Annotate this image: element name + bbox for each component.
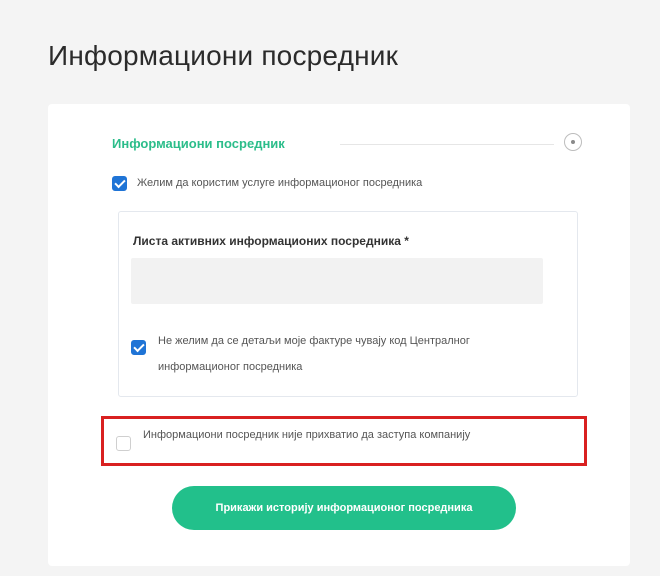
intermediary-list-select[interactable] [131,258,543,304]
show-history-button[interactable]: Прикажи историју информационог посредник… [172,486,516,530]
intermediary-card: Информациони посредник Желим да користим… [48,104,630,566]
section-title: Информациони посредник [112,136,285,151]
section-header: Информациони посредник [112,132,588,156]
intermediary-list-label: Листа активних информационих посредника … [133,234,409,248]
use-intermediary-label: Желим да користим услуге информационог п… [137,177,423,189]
central-storage-opt-out-checkbox[interactable] [131,340,146,355]
not-accepted-row[interactable]: Информациони посредник није прихватио да… [116,428,543,451]
intermediary-options-panel: Листа активних информационих посредника … [118,211,578,397]
not-accepted-checkbox[interactable] [116,436,131,451]
collapse-toggle-icon[interactable] [564,133,582,151]
central-storage-opt-out-label: Не желим да се детаљи моје фактуре чувај… [158,335,470,373]
not-accepted-label: Информациони посредник није прихватио да… [143,429,471,441]
highlight-frame: Информациони посредник није прихватио да… [101,416,587,466]
page-title: Информациони посредник [48,40,399,71]
central-storage-opt-out-row[interactable]: Не желим да се детаљи моје фактуре чувај… [131,328,518,380]
use-intermediary-row[interactable]: Желим да користим услуге информационог п… [112,176,422,191]
use-intermediary-checkbox[interactable] [112,176,127,191]
section-divider [340,144,554,145]
